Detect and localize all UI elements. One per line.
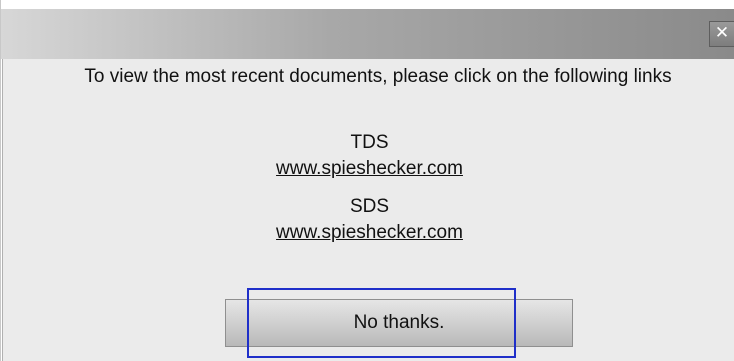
sds-label: SDS [349,196,390,217]
tds-link[interactable]: www.spieshecker.com [3,158,734,180]
dialog-body: To view the most recent documents, pleas… [2,59,734,361]
tds-label: TDS [350,132,389,153]
dialog-titlebar: ✕ [1,9,734,59]
close-icon: ✕ [714,23,730,43]
document-links-dialog: ✕ To view the most recent documents, ple… [0,0,734,361]
no-thanks-button[interactable]: No thanks. [225,299,573,347]
close-button[interactable]: ✕ [709,21,734,47]
dialog-message: To view the most recent documents, pleas… [84,66,672,87]
sds-link[interactable]: www.spieshecker.com [3,222,734,244]
